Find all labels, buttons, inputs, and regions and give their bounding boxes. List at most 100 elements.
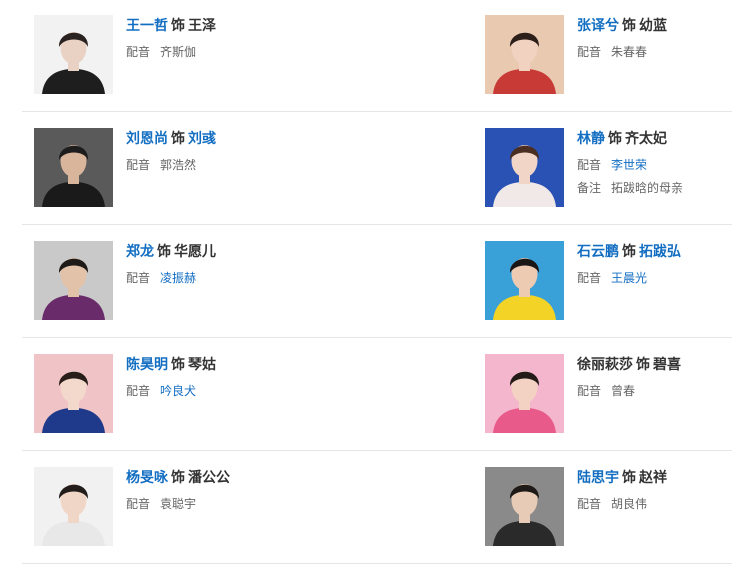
portrait-image [34, 467, 113, 546]
shi-label: 饰 [171, 131, 185, 147]
cast-item: 陆思宇饰赵祥 配音 胡良伟 [485, 467, 732, 567]
role-line: 陈昊明饰琴姑 [126, 354, 386, 376]
cast-info: 石云鹏饰拓跋弘 配音 王晨光 [577, 241, 732, 288]
dub-line: 配音 袁聪宇 [126, 494, 386, 514]
cast-info: 陆思宇饰赵祥 配音 胡良伟 [577, 467, 732, 514]
role-line: 郑龙饰华愿儿 [126, 241, 386, 263]
character-name: 碧喜 [653, 357, 681, 373]
actor-photo[interactable] [485, 15, 564, 94]
dub-key: 配音 [577, 158, 602, 172]
actor-name-link[interactable]: 王一哲 [126, 18, 168, 34]
actor-name-link[interactable]: 张译兮 [577, 18, 619, 34]
character-name: 齐太妃 [625, 131, 667, 147]
cast-item: 林静饰齐太妃 配音 李世荣 备注 拓跋晗的母亲 [485, 128, 732, 228]
character-name: 王泽 [188, 18, 216, 34]
cast-info: 郑龙饰华愿儿 配音 凌振赫 [126, 241, 386, 288]
dub-key: 配音 [126, 497, 151, 511]
cast-info: 陈昊明饰琴姑 配音 吟良犬 [126, 354, 386, 401]
actor-photo[interactable] [485, 354, 564, 433]
portrait-image [34, 241, 113, 320]
shi-label: 饰 [636, 357, 650, 373]
cast-row: 王一哲饰王泽 配音 齐斯伽 张译兮饰幼蓝 配音 朱春春 [22, 15, 732, 112]
shi-label: 饰 [622, 18, 636, 34]
actor-photo[interactable] [34, 354, 113, 433]
dub-line: 配音 郭浩然 [126, 155, 386, 175]
cast-item: 杨旻咏饰潘公公 配音 袁聪宇 [34, 467, 334, 567]
shi-label: 饰 [171, 18, 185, 34]
portrait-image [34, 128, 113, 207]
note-key: 备注 [577, 181, 602, 195]
dub-name-link[interactable]: 李世荣 [611, 158, 647, 172]
shi-label: 饰 [622, 470, 636, 486]
dub-name: 袁聪宇 [160, 497, 197, 511]
dub-line: 配音 凌振赫 [126, 268, 386, 288]
dub-name-link[interactable]: 凌振赫 [160, 271, 196, 285]
dub-line: 配音 齐斯伽 [126, 42, 386, 62]
actor-name-link[interactable]: 刘恩尚 [126, 131, 168, 147]
portrait-image [485, 241, 564, 320]
dub-line: 配音 王晨光 [577, 268, 732, 288]
actor-name: 徐丽萩莎 [577, 357, 633, 373]
dub-name: 曾春 [611, 384, 636, 398]
cast-row: 陈昊明饰琴姑 配音 吟良犬 徐丽萩莎饰碧喜 配音 曾春 [22, 354, 732, 451]
dub-name: 郭浩然 [160, 158, 197, 172]
dub-key: 配音 [126, 384, 151, 398]
dub-name-link[interactable]: 王晨光 [611, 271, 647, 285]
role-line: 杨旻咏饰潘公公 [126, 467, 386, 489]
dub-name: 齐斯伽 [160, 45, 197, 59]
cast-row: 郑龙饰华愿儿 配音 凌振赫 石云鹏饰拓跋弘 配音 王晨光 [22, 241, 732, 338]
actor-photo[interactable] [485, 467, 564, 546]
dub-line: 配音 曾春 [577, 381, 732, 401]
actor-name-link[interactable]: 郑龙 [126, 244, 154, 260]
role-line: 石云鹏饰拓跋弘 [577, 241, 732, 263]
cast-row: 刘恩尚饰刘彧 配音 郭浩然 林静饰齐太妃 配音 李世荣 备注 拓跋晗的母亲 [22, 128, 732, 225]
role-line: 陆思宇饰赵祥 [577, 467, 732, 489]
dub-name: 胡良伟 [611, 497, 648, 511]
cast-item: 陈昊明饰琴姑 配音 吟良犬 [34, 354, 334, 454]
cast-info: 徐丽萩莎饰碧喜 配音 曾春 [577, 354, 732, 401]
portrait-image [34, 15, 113, 94]
role-line: 徐丽萩莎饰碧喜 [577, 354, 732, 376]
portrait-image [485, 467, 564, 546]
dub-key: 配音 [577, 45, 602, 59]
shi-label: 饰 [157, 244, 171, 260]
character-name-link[interactable]: 刘彧 [188, 131, 216, 147]
actor-name-link[interactable]: 林静 [577, 131, 605, 147]
character-name-link[interactable]: 拓跋弘 [639, 244, 681, 260]
role-line: 林静饰齐太妃 [577, 128, 732, 150]
character-name: 幼蓝 [639, 18, 667, 34]
portrait-image [485, 15, 564, 94]
character-name: 琴姑 [188, 357, 216, 373]
role-line: 刘恩尚饰刘彧 [126, 128, 386, 150]
dub-name-link[interactable]: 吟良犬 [160, 384, 196, 398]
actor-photo[interactable] [485, 128, 564, 207]
actor-name-link[interactable]: 石云鹏 [577, 244, 619, 260]
actor-photo[interactable] [34, 467, 113, 546]
shi-label: 饰 [171, 357, 185, 373]
dub-line: 配音 吟良犬 [126, 381, 386, 401]
cast-row: 杨旻咏饰潘公公 配音 袁聪宇 陆思宇饰赵祥 配音 胡良伟 [22, 467, 732, 564]
character-name: 赵祥 [639, 470, 667, 486]
cast-item: 刘恩尚饰刘彧 配音 郭浩然 [34, 128, 334, 228]
cast-item: 徐丽萩莎饰碧喜 配音 曾春 [485, 354, 732, 454]
cast-item: 张译兮饰幼蓝 配音 朱春春 [485, 15, 732, 115]
portrait-image [485, 128, 564, 207]
note-line: 备注 拓跋晗的母亲 [577, 178, 732, 198]
actor-name-link[interactable]: 杨旻咏 [126, 470, 168, 486]
actor-photo[interactable] [34, 241, 113, 320]
dub-line: 配音 李世荣 [577, 155, 732, 175]
cast-grid: 王一哲饰王泽 配音 齐斯伽 张译兮饰幼蓝 配音 朱春春 刘恩尚 饰 刘彧 配音 … [0, 0, 732, 569]
dub-key: 配音 [126, 158, 151, 172]
portrait-image [34, 354, 113, 433]
actor-photo[interactable] [485, 241, 564, 320]
cast-item: 郑龙饰华愿儿 配音 凌振赫 [34, 241, 334, 341]
actor-photo[interactable] [34, 128, 113, 207]
dub-line: 配音 胡良伟 [577, 494, 732, 514]
actor-name-link[interactable]: 陆思宇 [577, 470, 619, 486]
actor-photo[interactable] [34, 15, 113, 94]
actor-name-link[interactable]: 陈昊明 [126, 357, 168, 373]
role-line: 王一哲饰王泽 [126, 15, 386, 37]
shi-label: 饰 [622, 244, 636, 260]
note-text: 拓跋晗的母亲 [611, 181, 684, 195]
shi-label: 饰 [171, 470, 185, 486]
